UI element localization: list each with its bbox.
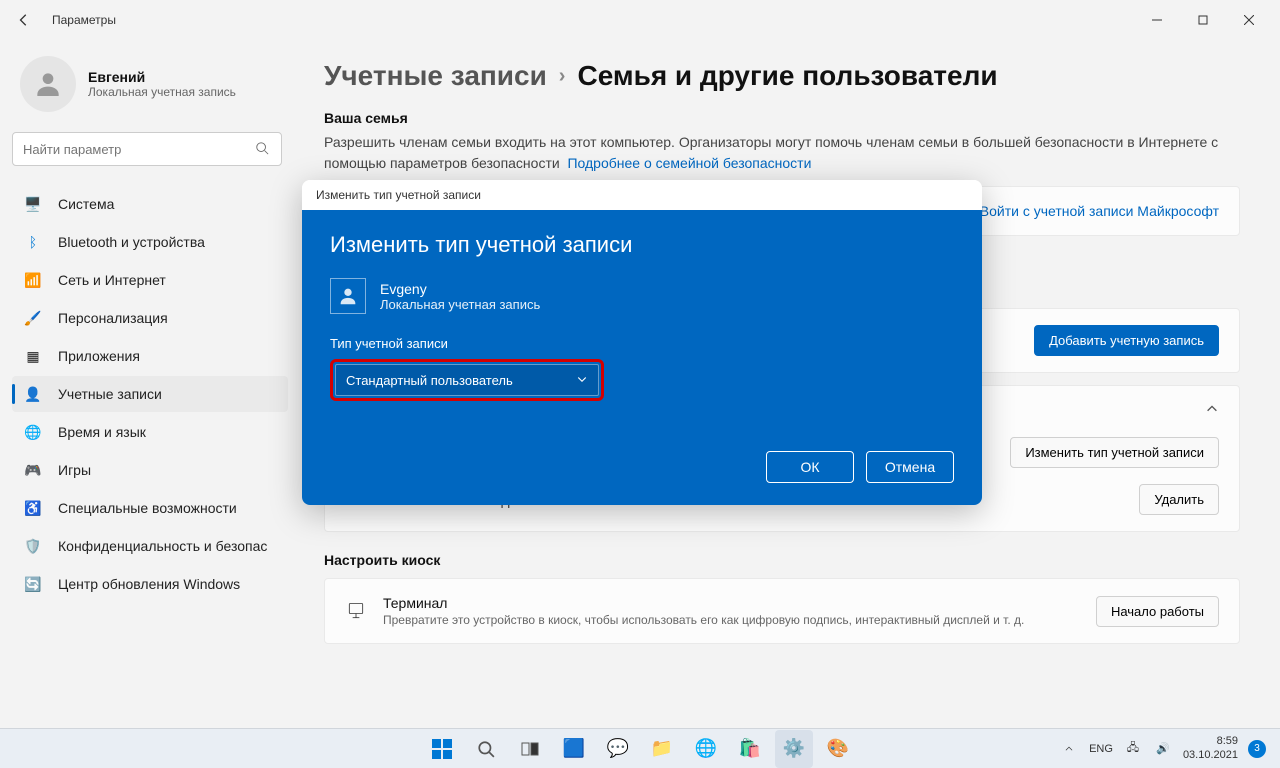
- widgets-icon[interactable]: 🟦: [555, 730, 593, 768]
- kiosk-item-title: Терминал: [383, 595, 1024, 611]
- nav-accounts[interactable]: 👤Учетные записи: [12, 376, 288, 412]
- chevron-up-icon[interactable]: [1205, 402, 1219, 421]
- dialog-heading: Изменить тип учетной записи: [330, 232, 954, 258]
- brush-icon: 🖌️: [24, 309, 42, 327]
- highlight-annotation: Стандартный пользователь: [330, 359, 604, 401]
- start-button[interactable]: [423, 730, 461, 768]
- breadcrumb-parent[interactable]: Учетные записи: [324, 60, 547, 92]
- language-indicator[interactable]: ENG: [1089, 743, 1113, 755]
- nav-network[interactable]: 📶Сеть и Интернет: [12, 262, 288, 298]
- store-icon[interactable]: 🛍️: [731, 730, 769, 768]
- dialog-user-info: Evgeny Локальная учетная запись: [330, 278, 954, 314]
- nav-bluetooth[interactable]: ᛒBluetooth и устройства: [12, 224, 288, 260]
- tray-chevron-up-icon[interactable]: [1059, 744, 1079, 754]
- wifi-icon: 📶: [24, 271, 42, 289]
- maximize-button[interactable]: [1180, 4, 1226, 36]
- kiosk-icon: [345, 600, 367, 622]
- family-safety-link[interactable]: Подробнее о семейной безопасности: [567, 155, 811, 171]
- settings-taskbar-icon[interactable]: ⚙️: [775, 730, 813, 768]
- kiosk-item-desc: Превратите это устройство в киоск, чтобы…: [383, 613, 1024, 627]
- nav-gaming[interactable]: 🎮Игры: [12, 452, 288, 488]
- chevron-down-icon: [576, 373, 588, 388]
- user-account-type: Локальная учетная запись: [88, 85, 236, 99]
- signin-microsoft-link[interactable]: Войти с учетной записи Майкрософт: [980, 203, 1219, 219]
- sidebar: Евгений Локальная учетная запись 🖥️Систе…: [0, 40, 300, 728]
- search-icon: [255, 141, 271, 157]
- time-text: 8:59: [1183, 735, 1238, 748]
- apps-icon: ▦: [24, 347, 42, 365]
- volume-icon[interactable]: 🔊: [1153, 742, 1173, 755]
- close-button[interactable]: [1226, 4, 1272, 36]
- family-section-title: Ваша семья: [324, 110, 1240, 126]
- dialog-user-avatar-icon: [330, 278, 366, 314]
- nav-windows-update[interactable]: 🔄Центр обновления Windows: [12, 566, 288, 602]
- breadcrumb: Учетные записи › Семья и другие пользова…: [324, 60, 1240, 92]
- nav-apps[interactable]: ▦Приложения: [12, 338, 288, 374]
- family-section-desc: Разрешить членам семьи входить на этот к…: [324, 132, 1240, 174]
- explorer-icon[interactable]: 📁: [643, 730, 681, 768]
- update-icon: 🔄: [24, 575, 42, 593]
- kiosk-section-title: Настроить киоск: [324, 552, 1240, 568]
- dialog-user-name: Evgeny: [380, 281, 540, 297]
- window-title: Параметры: [52, 13, 116, 27]
- notification-badge[interactable]: 3: [1248, 740, 1266, 758]
- back-button[interactable]: [8, 4, 40, 36]
- dialog-titlebar: Изменить тип учетной записи: [302, 180, 982, 210]
- gamepad-icon: 🎮: [24, 461, 42, 479]
- edge-icon[interactable]: 🌐: [687, 730, 725, 768]
- search-input-container[interactable]: [12, 132, 282, 166]
- breadcrumb-current: Семья и другие пользователи: [577, 60, 997, 92]
- date-text: 03.10.2021: [1183, 749, 1238, 762]
- person-icon: 👤: [24, 385, 42, 403]
- dialog-ok-button[interactable]: ОК: [766, 451, 854, 483]
- nav-personalization[interactable]: 🖌️Персонализация: [12, 300, 288, 336]
- window-titlebar: Параметры: [0, 0, 1280, 40]
- task-view-icon[interactable]: [511, 730, 549, 768]
- change-account-type-dialog: Изменить тип учетной записи Изменить тип…: [302, 180, 982, 505]
- app-icon[interactable]: 🎨: [819, 730, 857, 768]
- account-type-label: Тип учетной записи: [330, 336, 954, 351]
- nav-list: 🖥️Система ᛒBluetooth и устройства 📶Сеть …: [12, 186, 288, 602]
- user-profile-block[interactable]: Евгений Локальная учетная запись: [12, 48, 288, 120]
- kiosk-start-button[interactable]: Начало работы: [1096, 596, 1219, 627]
- nav-accessibility[interactable]: ♿Специальные возможности: [12, 490, 288, 526]
- network-icon[interactable]: 🖧: [1123, 739, 1143, 758]
- search-input[interactable]: [23, 142, 255, 157]
- user-avatar-icon: [20, 56, 76, 112]
- taskbar-search-icon[interactable]: [467, 730, 505, 768]
- nav-privacy[interactable]: 🛡️Конфиденциальность и безопас: [12, 528, 288, 564]
- nav-system[interactable]: 🖥️Система: [12, 186, 288, 222]
- system-icon: 🖥️: [24, 195, 42, 213]
- chat-icon[interactable]: 💬: [599, 730, 637, 768]
- accessibility-icon: ♿: [24, 499, 42, 517]
- dialog-user-sub: Локальная учетная запись: [380, 297, 540, 312]
- add-account-button[interactable]: Добавить учетную запись: [1034, 325, 1219, 356]
- nav-time-language[interactable]: 🌐Время и язык: [12, 414, 288, 450]
- globe-icon: 🌐: [24, 423, 42, 441]
- chevron-right-icon: ›: [559, 65, 566, 88]
- clock[interactable]: 8:59 03.10.2021: [1183, 735, 1238, 761]
- change-account-type-button[interactable]: Изменить тип учетной записи: [1010, 437, 1219, 468]
- delete-account-button[interactable]: Удалить: [1139, 484, 1219, 515]
- account-type-dropdown[interactable]: Стандартный пользователь: [335, 364, 599, 396]
- dialog-cancel-button[interactable]: Отмена: [866, 451, 954, 483]
- kiosk-card: Терминал Превратите это устройство в кио…: [324, 578, 1240, 644]
- account-type-value: Стандартный пользователь: [346, 373, 513, 388]
- bluetooth-icon: ᛒ: [24, 233, 42, 251]
- shield-icon: 🛡️: [24, 537, 42, 555]
- taskbar: 🟦 💬 📁 🌐 🛍️ ⚙️ 🎨 ENG 🖧 🔊 8:59 03.10.2021 …: [0, 728, 1280, 768]
- system-tray: ENG 🖧 🔊 8:59 03.10.2021 3: [1059, 735, 1280, 761]
- user-name: Евгений: [88, 69, 236, 85]
- minimize-button[interactable]: [1134, 4, 1180, 36]
